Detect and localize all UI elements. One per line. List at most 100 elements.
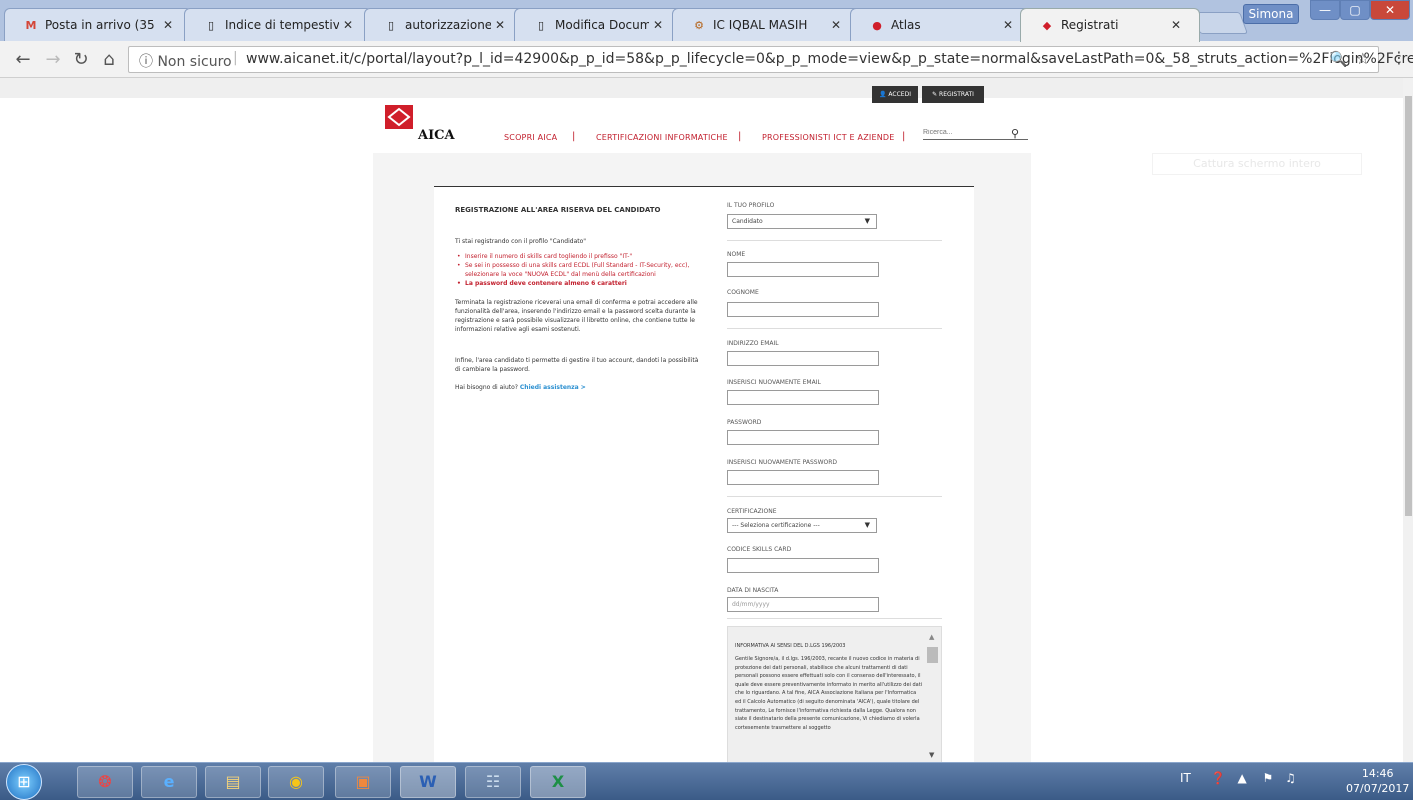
help-icon[interactable]: ❓ <box>1211 771 1226 785</box>
intro-paragraph: Terminata la registrazione riceverai una… <box>455 299 698 333</box>
close-icon[interactable]: ✕ <box>1171 18 1181 32</box>
paw-app-icon[interactable]: ❂ <box>77 766 133 798</box>
scroll-down-icon[interactable]: ▼ <box>929 751 934 759</box>
birth-date-label: DATA DI NASCITA <box>727 587 779 594</box>
close-icon[interactable]: ✕ <box>343 18 353 32</box>
tab-registrati[interactable]: ◆ Registrati ✕ <box>1020 8 1200 42</box>
address-bar[interactable]: ⓘ Non sicuro | www.aicanet.it/c/portal/l… <box>128 46 1413 73</box>
close-icon[interactable]: ✕ <box>495 18 505 32</box>
system-tray: IT ❓ ▲ ⚑ ♫ <box>1180 771 1296 785</box>
login-button[interactable]: 👤 ACCEDI <box>872 86 918 103</box>
tab-gmail[interactable]: M Posta in arrivo (35 ✕ <box>4 8 192 41</box>
internet-explorer-icon[interactable]: e <box>141 766 197 798</box>
aica-logo-icon[interactable] <box>385 105 413 129</box>
volume-icon[interactable]: ♫ <box>1285 771 1296 785</box>
nav-professionisti[interactable]: PROFESSIONISTI ICT E AZIENDE <box>762 133 895 142</box>
close-icon[interactable]: ✕ <box>1003 18 1013 32</box>
document-icon: ▯ <box>537 18 545 32</box>
browser-toolbar: ← → ↻ ⌂ ⓘ Non sicuro | www.aicanet.it/c/… <box>0 41 1413 78</box>
new-tab-button[interactable] <box>1191 12 1249 34</box>
skills-card-input[interactable] <box>727 558 879 573</box>
screen-capture-overlay: Cattura schermo intero <box>1152 153 1362 175</box>
excel-icon[interactable]: X <box>530 766 586 798</box>
email-confirm-input[interactable] <box>727 390 879 405</box>
email-confirm-label: INSERISCI NUOVAMENTE EMAIL <box>727 379 821 386</box>
start-button[interactable]: ⊞ <box>6 764 42 800</box>
password-confirm-input[interactable] <box>727 470 879 485</box>
gmail-icon: M <box>25 18 37 32</box>
certification-select[interactable]: --- Seleziona certificazione --- ▼ <box>727 518 877 533</box>
privacy-notice-box[interactable]: INFORMATIVA AI SENSI DEL D.LGS 196/2003 … <box>727 626 942 762</box>
language-indicator[interactable]: IT <box>1180 771 1191 785</box>
nav-certificazioni[interactable]: CERTIFICAZIONI INFORMATICHE <box>596 133 728 142</box>
search-icon[interactable]: ⚲ <box>1011 127 1019 140</box>
nome-input[interactable] <box>727 262 879 277</box>
site-topbar: 👤 ACCEDI ✎ REGISTRATI <box>0 78 1403 103</box>
privacy-scrollbar[interactable]: ▲ ▼ <box>927 633 939 759</box>
bookmark-star-icon[interactable]: ☆ <box>1356 49 1370 68</box>
birth-date-input[interactable]: dd/mm/yyyy <box>727 597 879 612</box>
nav-separator: | <box>738 131 742 142</box>
reload-button[interactable]: ↻ <box>70 49 92 71</box>
atlas-icon: ● <box>872 18 882 32</box>
dropdown-arrow-icon: ▼ <box>864 521 870 529</box>
url-text: www.aicanet.it/c/portal/layout?p_l_id=42… <box>246 51 1413 67</box>
profile-select[interactable]: Candidato ▼ <box>727 214 877 229</box>
register-button[interactable]: ✎ REGISTRATI <box>922 86 984 103</box>
nav-separator: | <box>902 131 906 142</box>
page-scroll-thumb[interactable] <box>1405 96 1412 516</box>
system-clock[interactable]: 14:46 07/07/2017 <box>1346 766 1409 796</box>
skills-card-label: CODICE SKILLS CARD <box>727 546 792 553</box>
minimize-button[interactable]: — <box>1310 0 1340 20</box>
forward-button[interactable]: → <box>42 49 64 71</box>
tab-indice[interactable]: ▯ Indice di tempestiv ✕ <box>184 8 372 41</box>
page-scrollbar[interactable] <box>1403 78 1413 762</box>
profile-note: Ti stai registrando con il profilo "Cand… <box>455 238 587 245</box>
help-link[interactable]: Chiedi assistenza > <box>520 384 586 391</box>
password-label: PASSWORD <box>727 419 762 426</box>
user-profile-button[interactable]: Simona <box>1243 4 1299 24</box>
edit-icon: ✎ <box>932 91 938 98</box>
web-page: 👤 ACCEDI ✎ REGISTRATI AICA SCOPRI AICA |… <box>0 78 1403 762</box>
instruction-item: Se sei in possesso di una skills card EC… <box>455 261 705 279</box>
divider <box>727 328 942 329</box>
cognome-input[interactable] <box>727 302 879 317</box>
privacy-text: Gentile Signore/a, il d.lgs. 196/2003, r… <box>735 656 923 731</box>
maximize-button[interactable]: ▢ <box>1340 0 1370 20</box>
browser-menu-icon[interactable]: ⋮ <box>1391 48 1407 67</box>
divider <box>727 618 942 619</box>
chrome-icon[interactable]: ◉ <box>268 766 324 798</box>
back-button[interactable]: ← <box>12 49 34 71</box>
aica-icon: ◆ <box>1042 18 1052 32</box>
privacy-title: INFORMATIVA AI SENSI DEL D.LGS 196/2003 <box>735 643 846 649</box>
divider <box>727 240 942 241</box>
word-icon[interactable]: W <box>400 766 456 798</box>
close-window-button[interactable]: ✕ <box>1370 0 1410 20</box>
close-icon[interactable]: ✕ <box>163 18 173 32</box>
tray-expand-icon[interactable]: ▲ <box>1237 771 1246 785</box>
tab-autorizzazione[interactable]: ▯autorizzazione (1).✕ <box>364 8 524 41</box>
email-label: INDIRIZZO EMAIL <box>727 340 779 347</box>
control-panel-icon[interactable]: ☷ <box>465 766 521 798</box>
tab-iqbal[interactable]: ⚙ IC IQBAL MASIH ✕ <box>672 8 860 41</box>
file-explorer-icon[interactable]: ▤ <box>205 766 261 798</box>
home-button[interactable]: ⌂ <box>98 49 120 71</box>
network-icon[interactable]: ⚑ <box>1263 771 1274 785</box>
intro-paragraph-2: Infine, l'area candidato ti permette di … <box>455 357 699 373</box>
browser-tabstrip: M Posta in arrivo (35 ✕ ▯ Indice di tempest… <box>0 0 1413 42</box>
scroll-up-icon[interactable]: ▲ <box>929 633 934 641</box>
email-input[interactable] <box>727 351 879 366</box>
document-icon: ▯ <box>207 18 215 32</box>
media-player-icon[interactable]: ▣ <box>335 766 391 798</box>
password-input[interactable] <box>727 430 879 445</box>
nav-scopri-aica[interactable]: SCOPRI AICA <box>504 133 557 142</box>
scroll-thumb[interactable] <box>927 647 938 663</box>
close-icon[interactable]: ✕ <box>653 18 663 32</box>
tab-modifica[interactable]: ▯Modifica Documen✕ <box>514 8 682 41</box>
zoom-icon[interactable]: 🔍 <box>1329 50 1348 68</box>
close-icon[interactable]: ✕ <box>831 18 841 32</box>
registration-title: REGISTRAZIONE ALL'AREA RISERVA DEL CANDI… <box>455 206 661 214</box>
tab-atlas[interactable]: ● Atlas ✕ <box>850 8 1032 41</box>
security-indicator[interactable]: ⓘ Non sicuro <box>139 51 232 71</box>
site-logo-text[interactable]: AICA <box>418 128 455 143</box>
